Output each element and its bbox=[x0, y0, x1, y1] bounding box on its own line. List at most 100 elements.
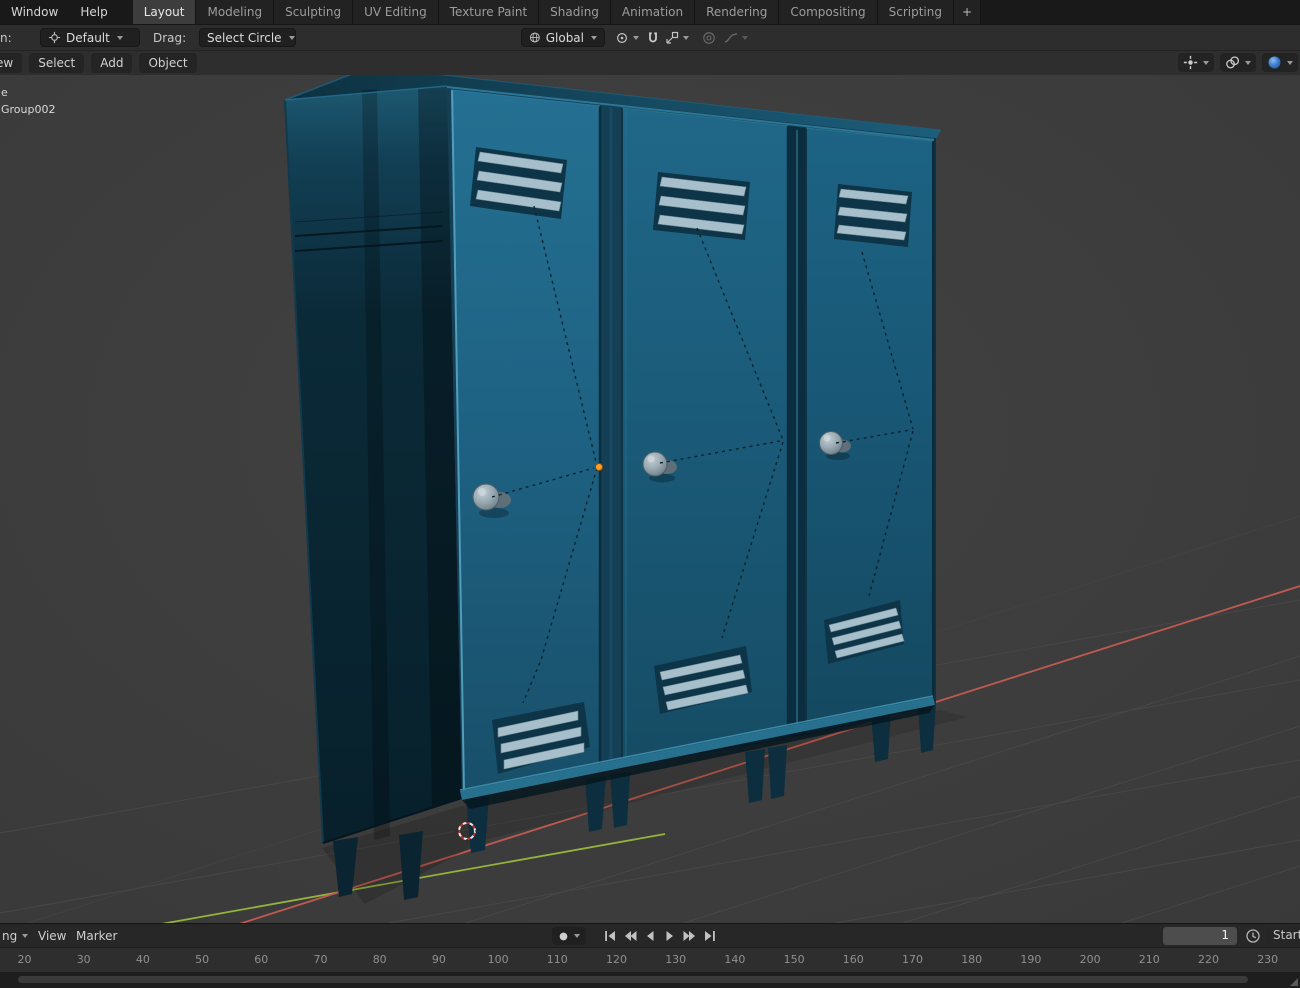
menu-object[interactable]: Object bbox=[139, 53, 197, 73]
tab-layout[interactable]: Layout bbox=[132, 0, 197, 24]
scrollbar-handle[interactable] bbox=[18, 976, 1248, 983]
viewport-info-line1: e bbox=[1, 86, 8, 99]
proportional-editing-toggle[interactable] bbox=[700, 28, 718, 47]
drag-mode-value: Select Circle bbox=[207, 30, 282, 45]
ruler-tick: 220 bbox=[1198, 953, 1219, 966]
menu-add[interactable]: Add bbox=[91, 53, 133, 73]
ruler-tick: 110 bbox=[546, 953, 568, 966]
clock-icon bbox=[1245, 928, 1261, 944]
play-reverse-button[interactable] bbox=[641, 927, 659, 945]
viewport-shading-dropdown[interactable] bbox=[1262, 53, 1298, 72]
ruler-tick: 170 bbox=[902, 953, 923, 966]
snap-toggle[interactable] bbox=[644, 28, 662, 47]
auto-keying-button[interactable] bbox=[552, 927, 586, 945]
jump-to-end-button[interactable] bbox=[701, 927, 719, 945]
jump-to-start-button[interactable] bbox=[601, 927, 619, 945]
tab-rendering[interactable]: Rendering bbox=[695, 0, 780, 24]
menu-window[interactable]: Window bbox=[0, 0, 69, 24]
snap-target-icon bbox=[666, 31, 679, 44]
overlays-dropdown[interactable] bbox=[1220, 53, 1256, 72]
locker-door-left bbox=[451, 89, 602, 794]
ruler-tick: 20 bbox=[17, 953, 32, 966]
chevron-down-icon bbox=[591, 35, 597, 40]
play-button[interactable] bbox=[661, 927, 679, 945]
current-frame-field[interactable]: 1 bbox=[1163, 927, 1237, 945]
chevron-down-icon bbox=[574, 934, 580, 938]
ruler-tick: 200 bbox=[1079, 953, 1101, 966]
workspace-tabs: Layout Modeling Sculpting UV Editing Tex… bbox=[132, 0, 982, 24]
ruler-tick: 210 bbox=[1138, 953, 1160, 966]
falloff-curve-icon bbox=[724, 32, 738, 43]
object-origin-dot bbox=[595, 463, 603, 471]
ruler-tick: 160 bbox=[842, 953, 864, 966]
menu-view-cut[interactable]: ew bbox=[0, 53, 23, 73]
record-icon bbox=[559, 932, 568, 940]
chevron-down-icon bbox=[633, 35, 639, 40]
drag-label: Drag: bbox=[153, 31, 187, 45]
gizmo-icon bbox=[1183, 55, 1198, 70]
viewport-header: ew Select Add Object bbox=[0, 50, 1300, 75]
timeline-editor: ng View Marker 1 Start 20 30 40 50 60 70… bbox=[0, 923, 1300, 988]
timeline-menu-marker[interactable]: Marker bbox=[76, 929, 117, 943]
falloff-dropdown[interactable] bbox=[720, 28, 752, 47]
add-workspace-button[interactable]: + bbox=[953, 0, 982, 24]
tab-uv-editing[interactable]: UV Editing bbox=[353, 0, 439, 24]
chevron-down-icon bbox=[288, 35, 295, 40]
tab-modeling[interactable]: Modeling bbox=[196, 0, 275, 24]
transform-orientation-dropdown[interactable]: Global bbox=[521, 28, 605, 47]
ruler-tick: 30 bbox=[76, 953, 91, 966]
tab-shading[interactable]: Shading bbox=[539, 0, 611, 24]
pivot-point-dropdown[interactable] bbox=[611, 28, 643, 47]
tab-animation[interactable]: Animation bbox=[610, 0, 696, 24]
tab-sculpting[interactable]: Sculpting bbox=[274, 0, 354, 24]
ruler-tick: 70 bbox=[313, 953, 328, 966]
snap-target-dropdown[interactable] bbox=[661, 28, 693, 47]
timeline-menu-cut[interactable]: ng bbox=[2, 929, 29, 943]
chevron-down-icon bbox=[1245, 60, 1251, 65]
orientation-icon bbox=[48, 31, 61, 44]
magnet-icon bbox=[649, 31, 657, 42]
start-frame-field[interactable]: Start bbox=[1266, 927, 1300, 945]
topbar: Window Help Layout Modeling Sculpting UV… bbox=[0, 0, 1300, 24]
shading-sphere-icon bbox=[1268, 56, 1281, 69]
menu-select[interactable]: Select bbox=[29, 53, 85, 73]
timeline-ruler[interactable]: 20 30 40 50 60 70 80 90 100 110 120 130 … bbox=[0, 947, 1300, 972]
globe-icon bbox=[529, 32, 540, 43]
drag-mode-dropdown[interactable]: Select Circle bbox=[199, 28, 296, 47]
tab-compositing[interactable]: Compositing bbox=[779, 0, 878, 24]
ruler-tick: 90 bbox=[431, 953, 446, 966]
resize-grip[interactable] bbox=[1290, 978, 1298, 986]
blender-window: { "topbar": { "menus": { "window": "Wind… bbox=[0, 0, 1300, 988]
next-keyframe-button[interactable] bbox=[681, 927, 699, 945]
playback-controls bbox=[601, 927, 719, 945]
viewport-3d[interactable]: e Group002 bbox=[0, 75, 1300, 923]
viewport-canvas[interactable] bbox=[0, 75, 1300, 923]
chevron-down-icon bbox=[1287, 60, 1293, 65]
ruler-tick: 120 bbox=[606, 953, 627, 966]
orientation-dropdown[interactable]: Default bbox=[40, 28, 140, 47]
tab-scripting[interactable]: Scripting bbox=[877, 0, 954, 24]
vent-top-middle bbox=[653, 172, 750, 240]
gizmos-dropdown[interactable] bbox=[1178, 53, 1214, 72]
chevron-down-icon bbox=[22, 934, 29, 938]
timeline-menu-view[interactable]: View bbox=[38, 929, 66, 943]
menu-help[interactable]: Help bbox=[69, 0, 118, 24]
ruler-tick: 100 bbox=[487, 953, 509, 966]
ruler-tick: 140 bbox=[724, 953, 746, 966]
viewport-info-line2: Group002 bbox=[1, 103, 56, 116]
ruler-tick: 80 bbox=[372, 953, 387, 966]
ruler-tick: 230 bbox=[1257, 953, 1279, 966]
locker-door-middle bbox=[621, 107, 790, 767]
ruler-tick: 40 bbox=[135, 953, 150, 966]
vent-top-right bbox=[834, 184, 912, 247]
chevron-down-icon bbox=[1203, 60, 1209, 65]
timeline-scrollbar[interactable] bbox=[0, 972, 1300, 988]
ruler-tick: 60 bbox=[254, 953, 269, 966]
ruler-tick: 50 bbox=[195, 953, 210, 966]
chevron-down-icon bbox=[742, 35, 748, 40]
previous-keyframe-button[interactable] bbox=[621, 927, 639, 945]
pivot-point-icon bbox=[616, 32, 628, 43]
tab-texture-paint[interactable]: Texture Paint bbox=[438, 0, 540, 24]
viewport-info-text: e Group002 bbox=[1, 84, 55, 118]
overlays-icon bbox=[1226, 56, 1240, 69]
